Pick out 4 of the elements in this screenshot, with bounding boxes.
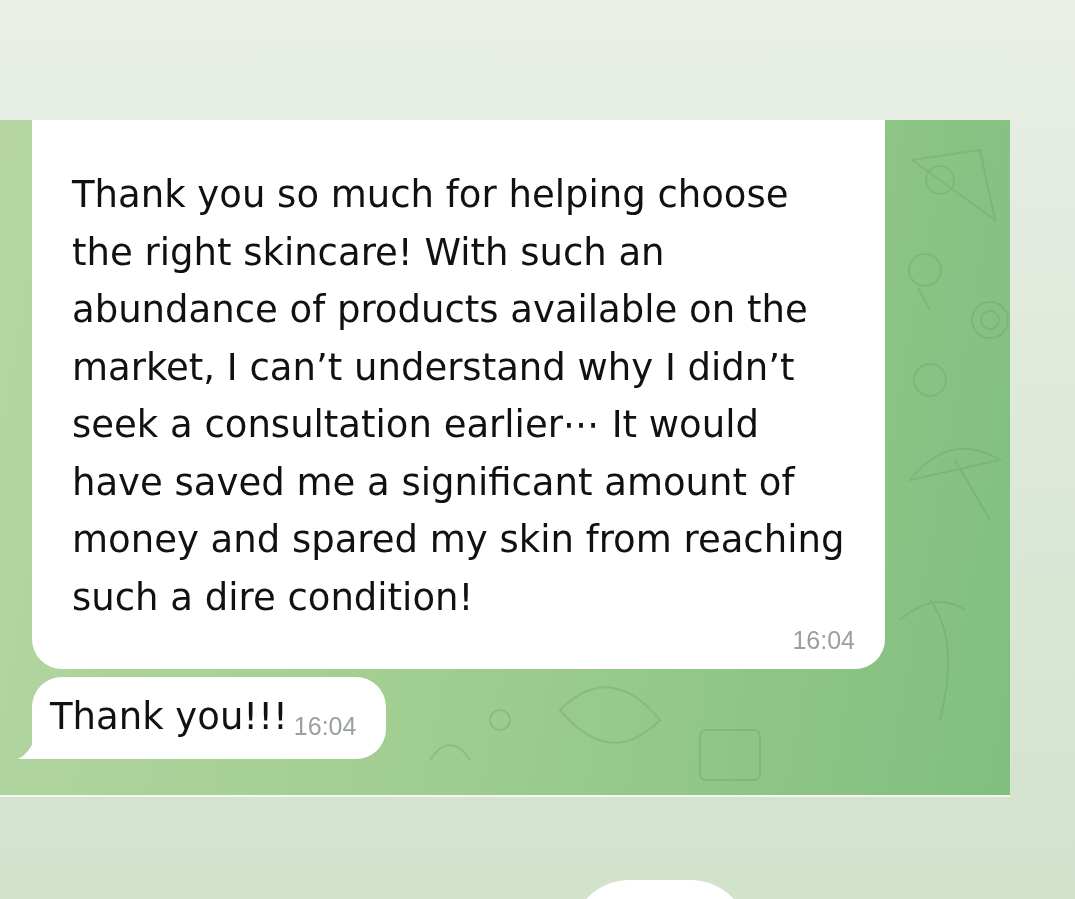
message-text: Thank you so much for helping choose the right skincare! With such an abundance of products available on the market, I can’t understand why I didn’t seek a consultation earlier⋯ It would have saved me a significant amount of money and spared my skin from reaching such a dire condition! [72,172,846,621]
message-text: Thank you!!! [50,694,288,740]
message-time: 16:04 [792,626,855,655]
message-time: 16:04 [293,712,357,741]
